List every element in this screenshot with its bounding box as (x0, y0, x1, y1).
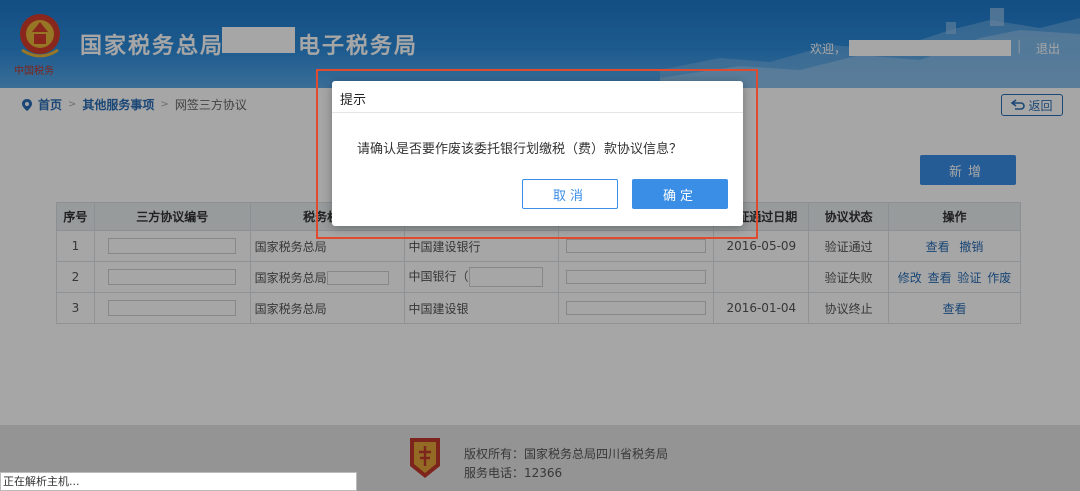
browser-status-bar: 正在解析主机... (0, 472, 357, 491)
annotation-highlight-box (316, 69, 758, 239)
